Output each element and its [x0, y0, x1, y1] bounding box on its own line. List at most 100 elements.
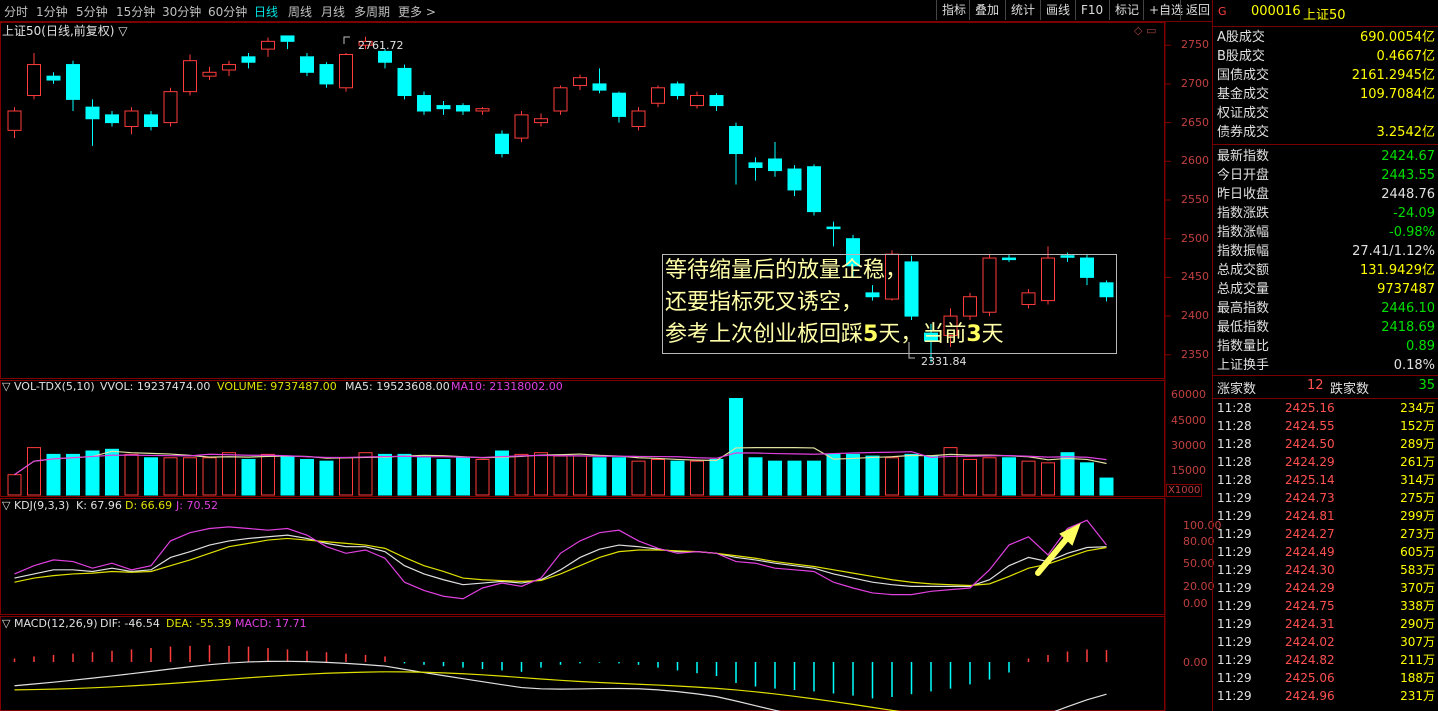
- period-tab-15min[interactable]: 15分钟: [116, 3, 155, 20]
- annotation-line-3: 参考上次创业板回踩5天，当前3天: [665, 319, 1116, 351]
- statistics-button[interactable]: 统计: [1005, 0, 1040, 20]
- candle: [144, 111, 158, 131]
- period-tab-more[interactable]: 更多 >: [398, 3, 436, 20]
- draw-line-button[interactable]: 画线: [1040, 0, 1075, 20]
- back-button[interactable]: 返回: [1180, 0, 1215, 20]
- stat-row: 最低指数 2418.69: [1217, 318, 1435, 337]
- period-tab-weekly[interactable]: 周线: [288, 3, 312, 20]
- volume-bar: [1021, 460, 1036, 496]
- volume-bar: [534, 452, 548, 496]
- candle: [651, 85, 665, 108]
- candle: [436, 100, 451, 115]
- stat-value: 0.4667亿: [1376, 49, 1436, 64]
- volume-bar: [729, 398, 743, 496]
- stat-row: 指数涨跌 -24.09: [1217, 204, 1435, 223]
- macd-indicator-name[interactable]: ▽ MACD(12,26,9): [2, 617, 98, 630]
- stat-label: 上证换手: [1217, 358, 1270, 373]
- vol-indicator-name[interactable]: ▽ VOL-TDX(5,10): [2, 380, 95, 393]
- period-tab-monthly[interactable]: 月线: [321, 3, 345, 20]
- stat-label: B股成交: [1217, 49, 1265, 64]
- index-code: 000016: [1251, 4, 1301, 19]
- price-axis-label: 2550: [1181, 193, 1209, 206]
- annotation-textbox: 等待缩量后的放量企稳， 还要指标死叉诱空， 参考上次创业板回踩5天，当前3天: [662, 254, 1117, 354]
- volume-bar: [573, 455, 587, 496]
- tick-time: 11:29: [1217, 545, 1252, 559]
- kdj-d-line: [14, 537, 1107, 587]
- candle: [553, 85, 568, 115]
- vol-unit: X1000: [1166, 484, 1203, 497]
- period-tab-timeshare[interactable]: 分时: [4, 3, 28, 20]
- tick-time: 11:28: [1217, 455, 1252, 469]
- tick-row: 11:29 2424.73 275万: [1217, 489, 1435, 507]
- period-tab-60min[interactable]: 60分钟: [208, 3, 247, 20]
- kdj-d-value: D: 66.69: [125, 499, 173, 512]
- tick-price: 2424.81: [1285, 509, 1335, 523]
- candle-body: [748, 162, 763, 168]
- tick-time: 11:29: [1217, 599, 1252, 613]
- stat-row: 指数振幅 27.41/1.12%: [1217, 242, 1435, 261]
- stat-label: 指数涨跌: [1217, 206, 1270, 221]
- period-tab-1min[interactable]: 1分钟: [36, 3, 68, 20]
- tick-price: 2424.02: [1285, 635, 1335, 649]
- tick-time: 11:29: [1217, 635, 1252, 649]
- tick-row: 11:29 2424.81 299万: [1217, 507, 1435, 525]
- stat-value: 2424.67: [1381, 149, 1435, 164]
- tick-price: 2425.16: [1285, 401, 1335, 415]
- tick-price: 2425.14: [1285, 473, 1335, 487]
- candle-body: [690, 95, 704, 107]
- kdj-indicator-name[interactable]: ▽ KDJ(9,3,3): [2, 499, 69, 512]
- stat-label: 昨日收盘: [1217, 187, 1270, 202]
- tick-row: 11:29 2424.31 290万: [1217, 615, 1435, 633]
- candle: [573, 74, 587, 91]
- macd-dea-line: [14, 671, 901, 711]
- stat-label: 国债成交: [1217, 68, 1270, 83]
- overlay-button[interactable]: 叠加: [969, 0, 1004, 20]
- volume-bar: [66, 453, 80, 496]
- candle: [397, 64, 412, 100]
- candle-body: [670, 83, 685, 97]
- panel-controls-icon[interactable]: ◇ ▭: [1134, 24, 1156, 37]
- period-tab-multi[interactable]: 多周期: [354, 3, 390, 20]
- volume-bar: [475, 458, 490, 496]
- stat-value: 131.9429亿: [1359, 263, 1435, 278]
- market-logo-icon: G: [1218, 5, 1227, 18]
- candle-body: [826, 226, 841, 230]
- volume-bar: [202, 457, 217, 496]
- annotation-number-1: 5: [863, 322, 879, 347]
- stat-value: 2443.55: [1381, 168, 1435, 183]
- period-tab-5min[interactable]: 5分钟: [76, 3, 108, 20]
- tick-row: 11:29 2424.27 273万: [1217, 525, 1435, 543]
- stat-row: 指数涨幅 -0.98%: [1217, 223, 1435, 242]
- kdj-axis-80: 80.00: [1183, 535, 1215, 548]
- tick-row: 11:29 2424.29 370万: [1217, 579, 1435, 597]
- kdj-axis-50: 50.00: [1183, 557, 1215, 570]
- candle: [690, 91, 704, 109]
- price-axis-label: 2500: [1181, 231, 1209, 245]
- volume-bar: [183, 457, 197, 496]
- volume-bar: [612, 457, 626, 496]
- stat-row: 基金成交 109.7084亿: [1217, 85, 1435, 104]
- volume-bar: [826, 453, 841, 496]
- candle-body: [222, 64, 236, 71]
- macd-lines: [14, 660, 1107, 711]
- tick-volume: 289万: [1400, 437, 1435, 451]
- candle-body: [85, 106, 100, 120]
- candle: [456, 103, 470, 115]
- chart-area[interactable]: [0, 22, 1212, 711]
- indicator-button[interactable]: 指标: [936, 0, 971, 20]
- mark-button[interactable]: 标记: [1109, 0, 1144, 20]
- candle: [534, 113, 548, 127]
- stat-value: 690.0054亿: [1359, 30, 1435, 45]
- tick-row: 11:28 2425.14 314万: [1217, 471, 1435, 489]
- quote-header: G 000016 上证50: [1213, 0, 1438, 27]
- f10-button[interactable]: F10: [1075, 0, 1108, 20]
- annotation-text-b: 天，当前: [878, 322, 967, 347]
- period-tab-daily[interactable]: 日线: [254, 3, 278, 20]
- candle-body: [612, 92, 626, 117]
- stat-label: 最高指数: [1217, 301, 1270, 316]
- tick-volume: 275万: [1400, 491, 1435, 505]
- stat-row: 上证换手 0.18%: [1217, 356, 1435, 375]
- annotation-line-1: 等待缩量后的放量企稳，: [665, 258, 908, 283]
- period-tab-30min[interactable]: 30分钟: [162, 3, 201, 20]
- volume-bar: [904, 453, 919, 496]
